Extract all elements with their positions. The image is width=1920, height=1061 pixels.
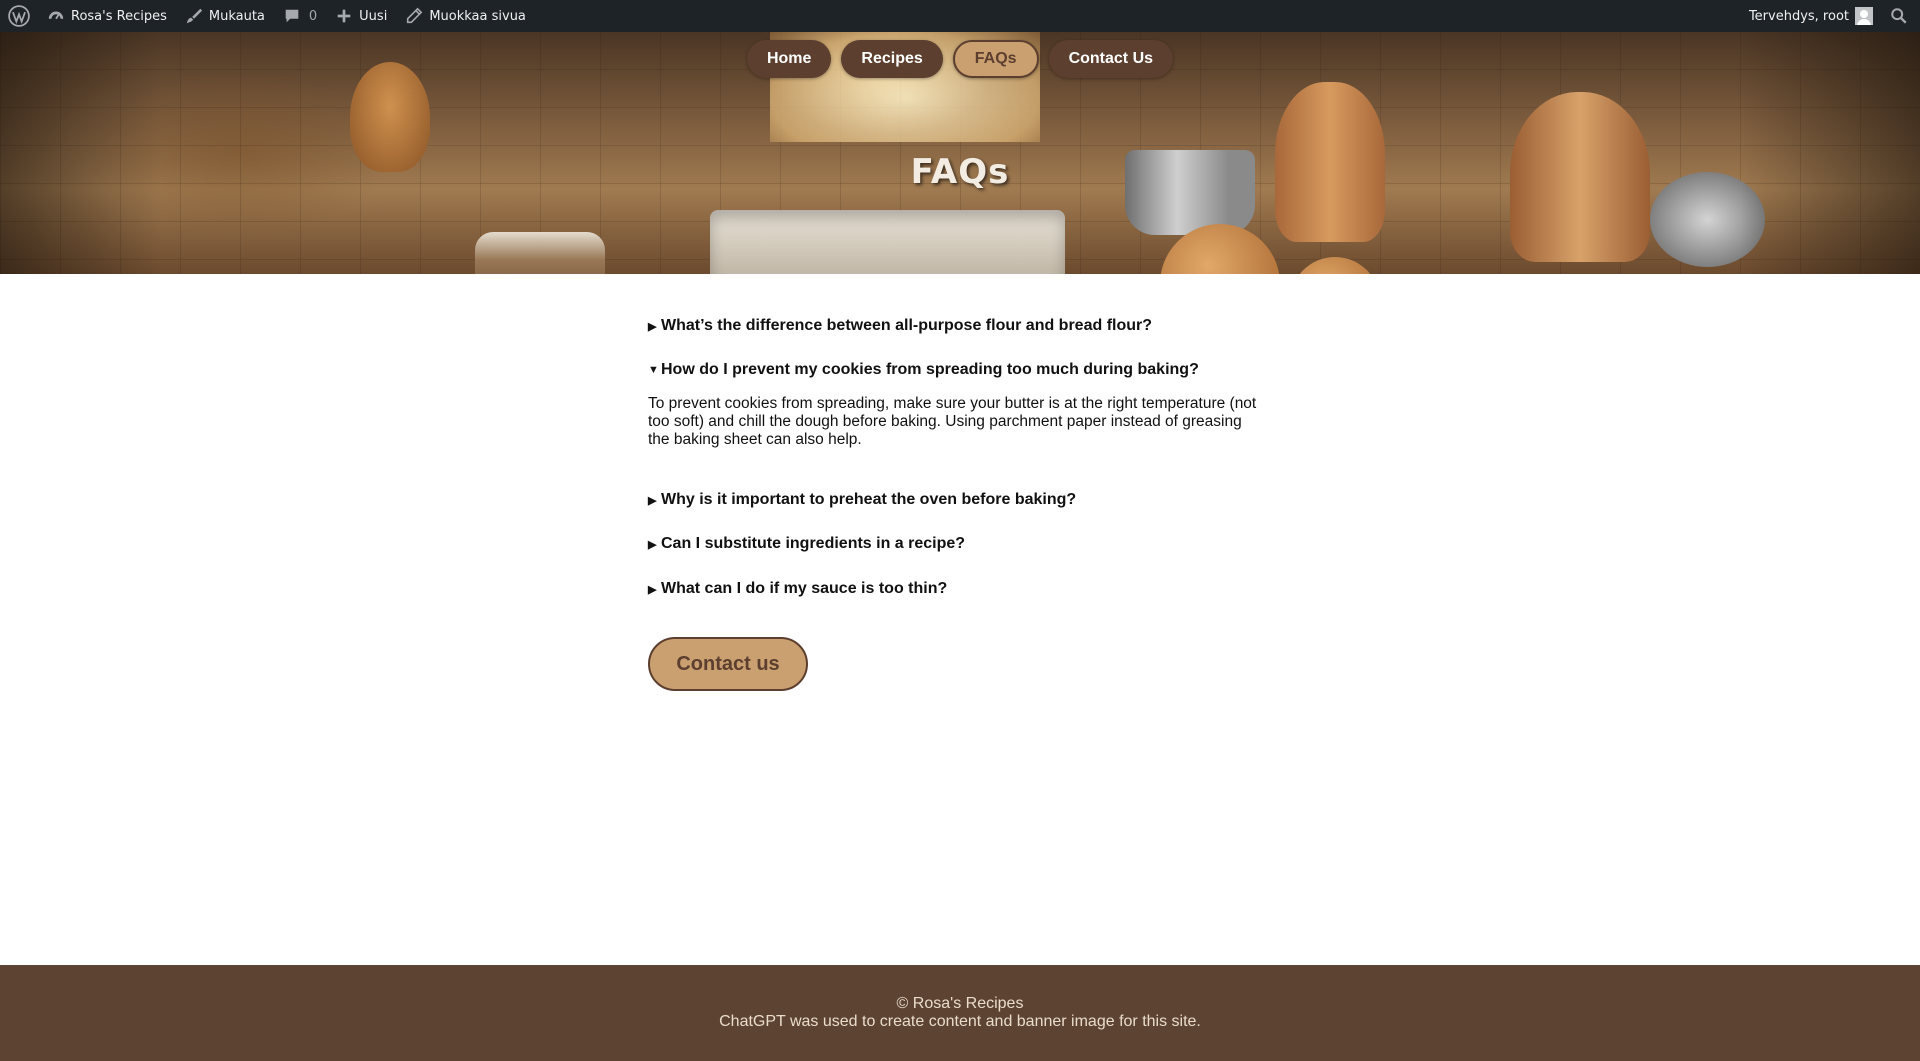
hero-banner: Home Recipes FAQs Contact Us FAQs bbox=[0, 32, 1920, 274]
nav-home[interactable]: Home bbox=[746, 40, 832, 78]
main-nav: Home Recipes FAQs Contact Us bbox=[0, 40, 1920, 78]
dashboard-icon bbox=[47, 7, 65, 25]
faq-answer: To prevent cookies from spreading, make … bbox=[648, 395, 1257, 448]
comments-link[interactable]: 0 bbox=[274, 0, 326, 32]
collapsed-arrow-icon: ▶ bbox=[648, 583, 657, 596]
account-menu[interactable]: Tervehdys, root bbox=[1740, 0, 1882, 32]
page-title: FAQs bbox=[910, 152, 1010, 192]
plus-icon bbox=[335, 7, 353, 25]
expanded-arrow-icon: ▼ bbox=[648, 364, 659, 376]
wordpress-logo-button[interactable] bbox=[0, 0, 38, 32]
faq-question: Can I substitute ingredients in a recipe… bbox=[661, 535, 966, 552]
faq-question: What can I do if my sauce is too thin? bbox=[661, 580, 948, 597]
nav-faqs[interactable]: FAQs bbox=[952, 40, 1039, 78]
faq-question: Why is it important to preheat the oven … bbox=[661, 491, 1077, 508]
pencil-icon bbox=[405, 7, 423, 25]
search-button[interactable] bbox=[1882, 0, 1920, 32]
edit-page-link[interactable]: Muokkaa sivua bbox=[396, 0, 535, 32]
comment-icon bbox=[283, 7, 301, 25]
footer-copyright: © Rosa's Recipes bbox=[896, 995, 1024, 1012]
footer: © Rosa's Recipes ChatGPT was used to cre… bbox=[0, 965, 1920, 1061]
faq-item: ▶ Can I substitute ingredients in a reci… bbox=[648, 534, 965, 554]
collapsed-arrow-icon: ▶ bbox=[648, 538, 657, 551]
faq-question-toggle[interactable]: ▶ Why is it important to preheat the ove… bbox=[648, 490, 1076, 510]
wordpress-logo-icon bbox=[8, 5, 30, 27]
faq-item: ▶ What’s the difference between all-purp… bbox=[648, 316, 1152, 336]
customize-label: Mukauta bbox=[208, 8, 265, 24]
avatar-icon bbox=[1855, 7, 1873, 25]
faq-item: ▼ How do I prevent my cookies from sprea… bbox=[648, 360, 1268, 449]
nav-recipes[interactable]: Recipes bbox=[841, 40, 943, 78]
new-label: Uusi bbox=[359, 8, 388, 24]
contact-us-button[interactable]: Contact us bbox=[648, 637, 808, 691]
site-name-link[interactable]: Rosa's Recipes bbox=[38, 0, 176, 32]
nav-contact-us[interactable]: Contact Us bbox=[1048, 40, 1174, 78]
faq-item: ▶ What can I do if my sauce is too thin? bbox=[648, 579, 947, 599]
admin-bar: Rosa's Recipes Mukauta 0 Uusi Muokkaa si… bbox=[0, 0, 1920, 32]
faq-question-toggle[interactable]: ▶ What can I do if my sauce is too thin? bbox=[648, 579, 947, 599]
search-icon bbox=[1890, 7, 1908, 25]
faq-question: What’s the difference between all-purpos… bbox=[661, 317, 1153, 334]
new-content-link[interactable]: Uusi bbox=[326, 0, 396, 32]
faq-question: How do I prevent my cookies from spreadi… bbox=[661, 361, 1199, 378]
faq-question-toggle[interactable]: ▶ Can I substitute ingredients in a reci… bbox=[648, 534, 965, 554]
brush-icon bbox=[185, 7, 203, 25]
collapsed-arrow-icon: ▶ bbox=[648, 320, 657, 333]
banner-jar bbox=[475, 232, 605, 274]
faq-question-toggle[interactable]: ▼ How do I prevent my cookies from sprea… bbox=[648, 360, 1268, 380]
faq-item: ▶ Why is it important to preheat the ove… bbox=[648, 490, 1076, 510]
banner-sink bbox=[710, 210, 1065, 274]
comments-count: 0 bbox=[308, 8, 318, 24]
faq-question-toggle[interactable]: ▶ What’s the difference between all-purp… bbox=[648, 316, 1152, 336]
footer-note: ChatGPT was used to create content and b… bbox=[719, 1013, 1201, 1030]
edit-page-label: Muokkaa sivua bbox=[429, 8, 526, 24]
collapsed-arrow-icon: ▶ bbox=[648, 494, 657, 507]
greeting-label: Tervehdys, root bbox=[1748, 8, 1849, 24]
customize-link[interactable]: Mukauta bbox=[176, 0, 274, 32]
site-name-label: Rosa's Recipes bbox=[71, 8, 167, 24]
